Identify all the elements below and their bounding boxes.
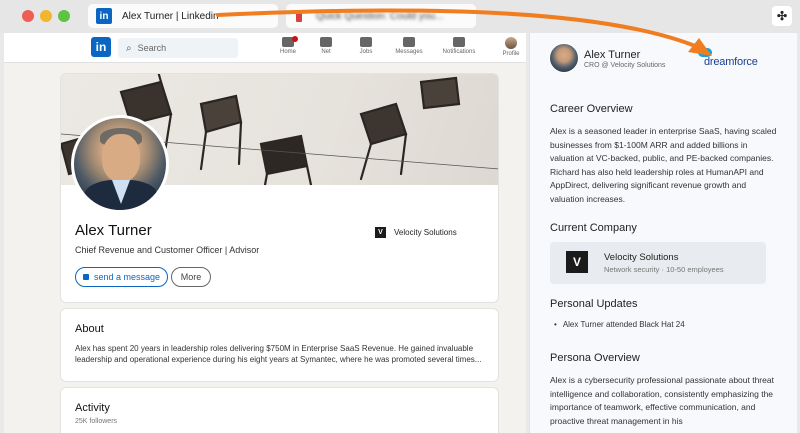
lock-icon xyxy=(82,274,89,280)
company-name: Velocity Solutions xyxy=(394,228,457,237)
company-logo: V xyxy=(375,227,386,238)
linkedin-navbar: in ⌕ Search Home Net Jobs Messages Notif… xyxy=(4,33,526,63)
avatar xyxy=(549,43,579,73)
company-details: Network security · 10-50 employees xyxy=(604,265,724,274)
network-icon xyxy=(320,37,332,47)
linkedin-tab-icon: in xyxy=(96,8,112,24)
activity-heading: Activity xyxy=(75,402,110,414)
briefcase-icon xyxy=(360,37,372,47)
nav-jobs[interactable]: Jobs xyxy=(346,35,386,55)
career-overview-heading: Career Overview xyxy=(550,103,633,115)
browser-chrome: in Alex Turner | Linkedin Quick Question… xyxy=(0,0,800,33)
persona-overview-text: Alex is a cybersecurity professional pas… xyxy=(550,375,774,426)
nav-messages[interactable]: Messages xyxy=(389,35,429,55)
search-placeholder: Search xyxy=(137,43,167,53)
nav-label: Messages xyxy=(395,49,423,55)
nav-home[interactable]: Home xyxy=(268,35,308,55)
followers-count: 25K followers xyxy=(75,418,118,425)
panel-contact-role: CRO @ Velocity Solutions xyxy=(584,62,666,69)
about-heading: About xyxy=(75,323,104,335)
company-name: Velocity Solutions xyxy=(604,252,679,263)
list-item: Alex Turner attended Black Hat 24 xyxy=(554,320,685,329)
tab-linkedin[interactable]: in Alex Turner | Linkedin xyxy=(88,4,278,28)
about-card: About Alex has spent 20 years in leaders… xyxy=(60,308,499,382)
tab-title: Alex Turner | Linkedin xyxy=(122,10,219,22)
bell-icon xyxy=(453,37,465,47)
company-logo: V xyxy=(566,251,588,273)
profile-card: Alex Turner Chief Revenue and Customer O… xyxy=(60,73,499,303)
nav-label: Home xyxy=(279,49,296,55)
linkedin-logo[interactable]: in xyxy=(91,37,111,57)
nav-label: Profile xyxy=(502,51,520,57)
dreamforce-logo: dreamforce xyxy=(696,47,774,71)
nav-network[interactable]: Net xyxy=(306,35,346,55)
more-button[interactable]: More xyxy=(171,267,211,287)
personal-updates-heading: Personal Updates xyxy=(550,298,638,310)
extension-side-panel: Alex Turner CRO @ Velocity Solutions dre… xyxy=(529,33,797,433)
message-icon xyxy=(403,37,415,47)
profile-name: Alex Turner xyxy=(75,222,152,239)
activity-card: Activity 25K followers xyxy=(60,387,499,433)
profile-avatar[interactable] xyxy=(71,115,169,213)
nav-label: Net xyxy=(321,49,331,55)
panel-contact-name: Alex Turner xyxy=(584,49,641,61)
nav-profile[interactable]: Profile xyxy=(491,35,526,57)
close-window-button[interactable] xyxy=(22,10,34,22)
current-company-card[interactable]: V Velocity Solutions Network security · … xyxy=(550,242,766,284)
avatar xyxy=(505,37,517,49)
search-icon: ⌕ xyxy=(126,42,132,54)
puzzle-icon[interactable]: ✣ xyxy=(772,6,792,26)
tab-gmail[interactable]: Quick Question: Could you... xyxy=(286,4,476,28)
profile-company[interactable]: V Velocity Solutions xyxy=(375,227,457,238)
search-input[interactable]: ⌕ Search xyxy=(118,38,238,58)
nav-label: Jobs xyxy=(359,49,373,55)
button-label: send a message xyxy=(93,272,161,282)
career-overview-text: Alex is a seasoned leader in enterprise … xyxy=(550,126,777,204)
send-message-button[interactable]: send a message xyxy=(75,267,168,287)
tab-title-2: Quick Question: Could you... xyxy=(316,10,444,22)
minimize-window-button[interactable] xyxy=(40,10,52,22)
persona-overview-heading: Persona Overview xyxy=(550,352,640,364)
about-text: Alex has spent 20 years in leadership ro… xyxy=(75,344,482,364)
gmail-tab-icon xyxy=(296,10,302,22)
brand-name: dreamforce xyxy=(704,56,758,68)
current-company-heading: Current Company xyxy=(550,222,637,234)
nav-label: Notifications xyxy=(442,49,476,55)
linkedin-page: in ⌕ Search Home Net Jobs Messages Notif… xyxy=(4,33,526,433)
maximize-window-button[interactable] xyxy=(58,10,70,22)
profile-headline: Chief Revenue and Customer Officer | Adv… xyxy=(75,245,260,255)
nav-notifications[interactable]: Notifications xyxy=(439,35,479,55)
notification-badge xyxy=(292,36,298,42)
